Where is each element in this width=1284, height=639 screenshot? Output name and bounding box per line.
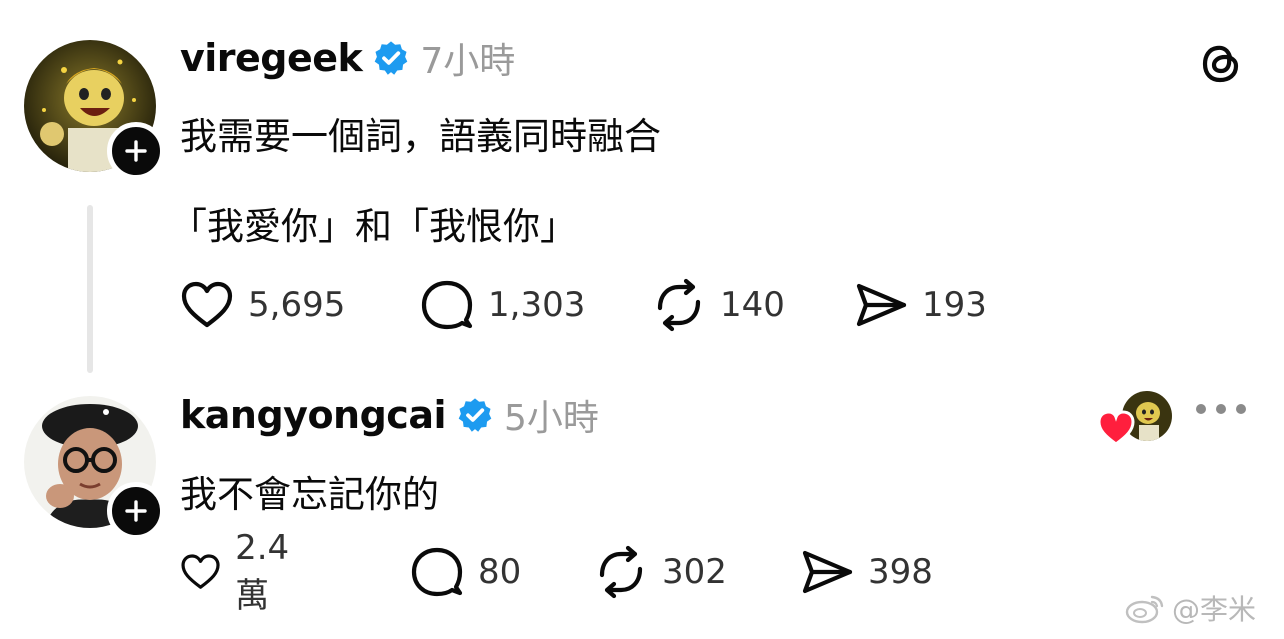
heart-icon	[181, 554, 220, 589]
share-button[interactable]: 398	[800, 545, 933, 599]
plus-icon	[125, 500, 147, 522]
send-icon	[802, 550, 853, 594]
post-1-header: viregeek 7小時	[180, 32, 515, 84]
repost-button[interactable]: 140	[652, 278, 785, 332]
thread-connector-line	[87, 205, 93, 373]
heart-icon	[181, 281, 233, 328]
post-2-text-line-1: 我不會忘記你的	[180, 473, 439, 516]
share-button[interactable]: 193	[854, 278, 987, 332]
verified-badge-icon	[456, 396, 494, 434]
share-count: 193	[922, 285, 987, 325]
reply-button[interactable]: 80	[410, 545, 521, 599]
more-options-icon[interactable]	[1196, 404, 1246, 414]
follow-button[interactable]	[107, 122, 165, 180]
post-1-text-line-1: 我需要一個詞，語義同時融合	[180, 115, 661, 158]
weibo-logo-icon	[1125, 595, 1164, 624]
username[interactable]: kangyongcai	[180, 393, 447, 437]
reply-button[interactable]: 1,303	[420, 278, 585, 332]
comment-bubble-icon	[411, 547, 463, 597]
reply-count: 1,303	[488, 285, 586, 325]
follow-button[interactable]	[107, 482, 165, 540]
repost-icon	[599, 545, 643, 599]
weibo-watermark: @李米	[1124, 588, 1256, 628]
post-1-avatar-wrap	[24, 40, 165, 180]
like-button[interactable]: 2.4萬	[180, 528, 302, 616]
post-2-header: kangyongcai 5小時	[180, 389, 599, 441]
repost-count: 302	[662, 552, 727, 592]
author-liked-heart-icon	[1097, 410, 1135, 446]
send-icon	[856, 283, 907, 327]
post-time: 5小時	[504, 398, 599, 439]
repost-icon	[657, 278, 701, 332]
repost-count: 140	[720, 285, 785, 325]
verified-badge-icon	[372, 39, 410, 77]
plus-icon	[125, 140, 147, 162]
post-time: 7小時	[420, 41, 516, 82]
watermark-text: @李米	[1172, 593, 1257, 626]
like-count: 5,695	[248, 285, 346, 325]
repost-button[interactable]: 302	[594, 545, 727, 599]
username[interactable]: viregeek	[180, 36, 363, 80]
like-button[interactable]: 5,695	[180, 278, 345, 332]
comment-bubble-icon	[421, 280, 473, 330]
post-2-avatar-wrap	[24, 396, 165, 540]
reply-count: 80	[478, 552, 522, 592]
share-count: 398	[868, 552, 933, 592]
threads-logo-icon[interactable]	[1196, 38, 1246, 88]
like-count: 2.4萬	[235, 527, 290, 616]
post-1-text-line-2: 「我愛你」和「我恨你」	[170, 205, 577, 248]
